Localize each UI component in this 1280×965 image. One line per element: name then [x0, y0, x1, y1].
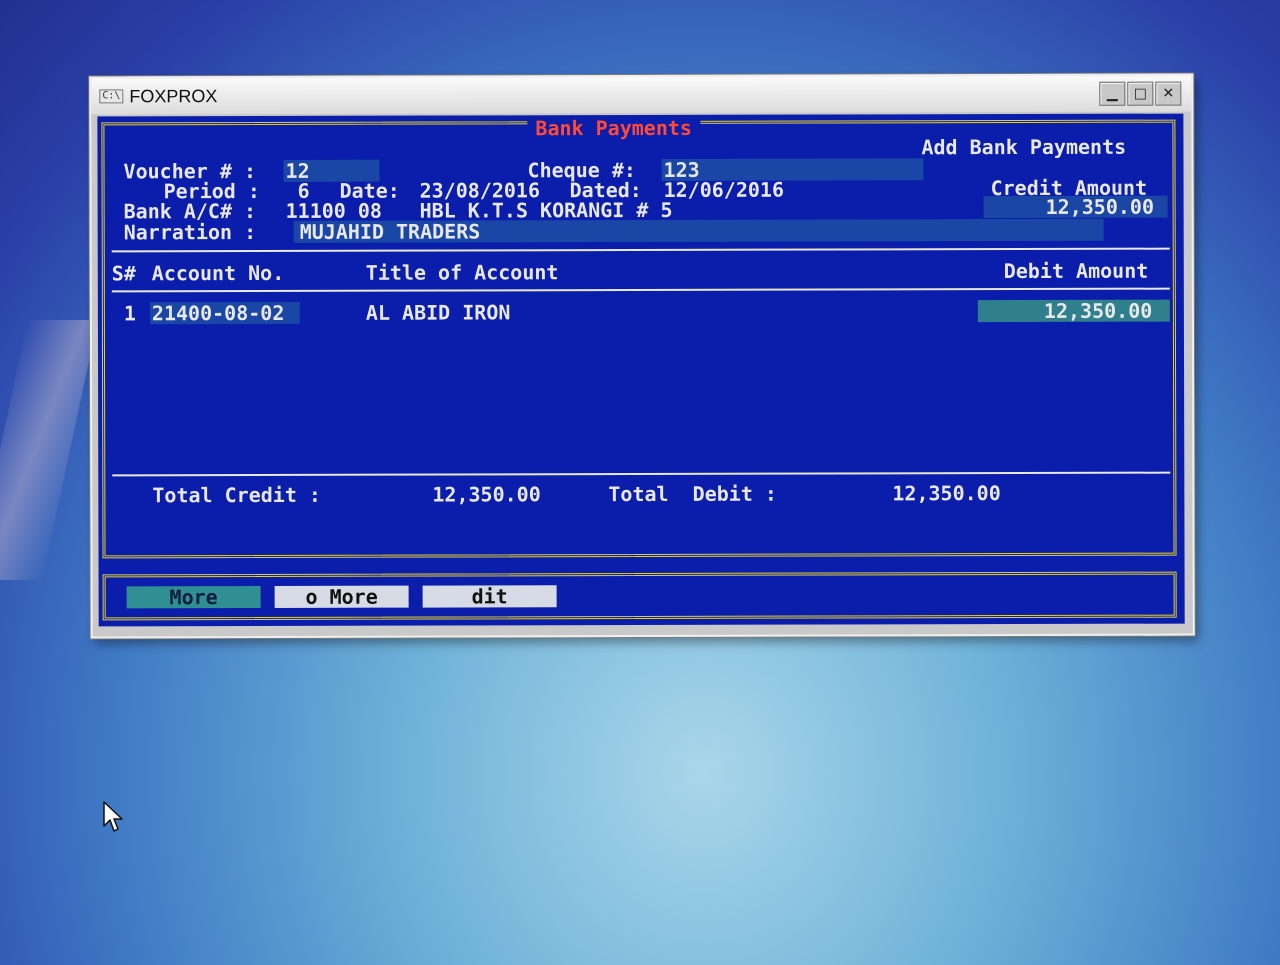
- bank-ac-label: Bank A/C# :: [123, 199, 257, 224]
- dated-field[interactable]: 12/06/2016: [664, 178, 784, 202]
- col-header-account: Account No.: [151, 260, 285, 286]
- minimize-icon[interactable]: ▁: [1099, 81, 1126, 106]
- console-app-icon: C:\: [99, 89, 124, 104]
- credit-amount-field[interactable]: 12,350.00: [1046, 195, 1154, 219]
- row-debit[interactable]: 12,350.00: [1044, 299, 1152, 323]
- col-header-debit: Debit Amount: [1003, 258, 1149, 284]
- maximize-icon[interactable]: □: [1127, 81, 1154, 106]
- button-bar-frame: [102, 571, 1177, 621]
- row-sno: 1: [123, 301, 136, 326]
- window-title: FOXPROX: [129, 85, 218, 106]
- screen-glare: [0, 320, 98, 580]
- col-header-title: Title of Account: [365, 260, 559, 285]
- edit-button[interactable]: dit: [422, 584, 557, 608]
- more-button[interactable]: More: [126, 585, 261, 609]
- total-debit-value: 12,350.00: [892, 481, 1001, 506]
- window-titlebar[interactable]: C:\ FOXPROX ▁ □ ✕: [91, 75, 1192, 115]
- col-header-sno: S#: [111, 261, 136, 286]
- console-screen: Bank Payments Add Bank Payments Voucher …: [97, 113, 1185, 627]
- no-more-button[interactable]: o More: [274, 585, 409, 609]
- close-icon[interactable]: ✕: [1155, 81, 1182, 106]
- narration-field[interactable]: MUJAHID TRADERS: [300, 219, 481, 243]
- mode-label: Add Bank Payments: [921, 134, 1127, 160]
- total-credit-label: Total Credit :: [152, 482, 321, 508]
- total-debit-label: Total Debit :: [608, 481, 777, 507]
- total-credit-value: 12,350.00: [432, 482, 541, 507]
- bank-ac-field[interactable]: 11100 08: [286, 199, 382, 223]
- narration-label: Narration :: [123, 220, 257, 245]
- mouse-pointer-icon: [102, 800, 124, 838]
- frame-title: Bank Payments: [527, 116, 700, 140]
- row-title: AL ABID IRON: [365, 300, 511, 325]
- bank-name: HBL K.T.S KORANGI # 5: [419, 197, 673, 223]
- console-window: C:\ FOXPROX ▁ □ ✕ Bank Payments Add Bank…: [89, 73, 1195, 639]
- window-controls: ▁ □ ✕: [1099, 81, 1182, 106]
- row-account[interactable]: 21400-08-02: [152, 301, 285, 325]
